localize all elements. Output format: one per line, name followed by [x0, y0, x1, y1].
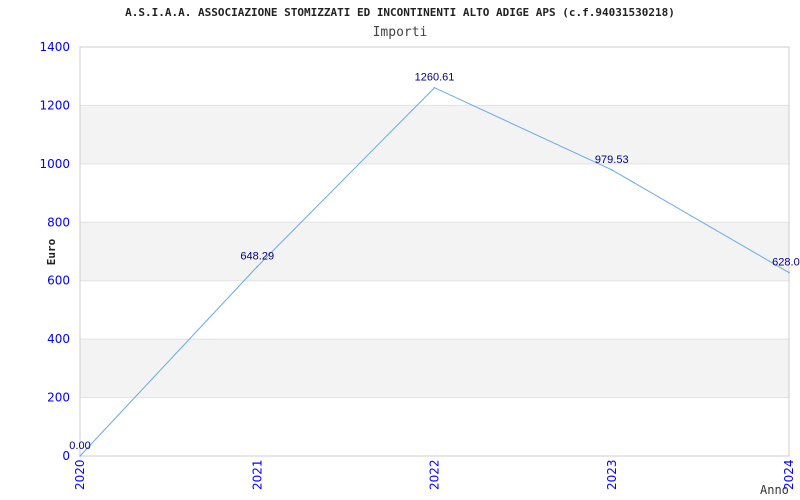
plot-area: 02004006008001000120014002020 2021 2022 202…	[39, 40, 800, 497]
data-point	[79, 455, 81, 457]
x-tick-label: 2020	[73, 459, 87, 490]
y-tick-label: 200	[47, 391, 70, 405]
data-label: 0.00	[69, 440, 90, 452]
data-point	[610, 169, 613, 171]
y-tick-label: 1200	[39, 98, 70, 112]
grid-band	[80, 105, 789, 164]
chart: A.S.I.A.A. ASSOCIAZIONE STOMIZZATI ED IN…	[0, 0, 800, 500]
x-tick-label: 2022	[428, 459, 442, 490]
data-point	[433, 86, 436, 89]
y-tick-label: 800	[47, 215, 70, 229]
data-label: 1260.61	[415, 72, 455, 84]
x-tick-label: 2023	[605, 459, 619, 490]
data-point	[788, 271, 790, 274]
y-tick-label: 600	[47, 274, 70, 288]
y-tick-label: 1400	[39, 40, 70, 54]
data-label: 648.29	[240, 251, 274, 263]
x-tick-label: 2021	[250, 459, 264, 490]
data-label: 979.53	[595, 154, 629, 166]
y-tick-label: 1000	[39, 157, 70, 171]
data-point	[256, 265, 259, 268]
x-axis-label: Anno	[760, 483, 789, 497]
grid-band	[80, 222, 789, 281]
y-tick-label: 400	[47, 332, 70, 346]
y-axis-label: Euro	[45, 238, 58, 265]
grid-band	[80, 339, 789, 398]
data-label: 628.00	[772, 257, 800, 269]
